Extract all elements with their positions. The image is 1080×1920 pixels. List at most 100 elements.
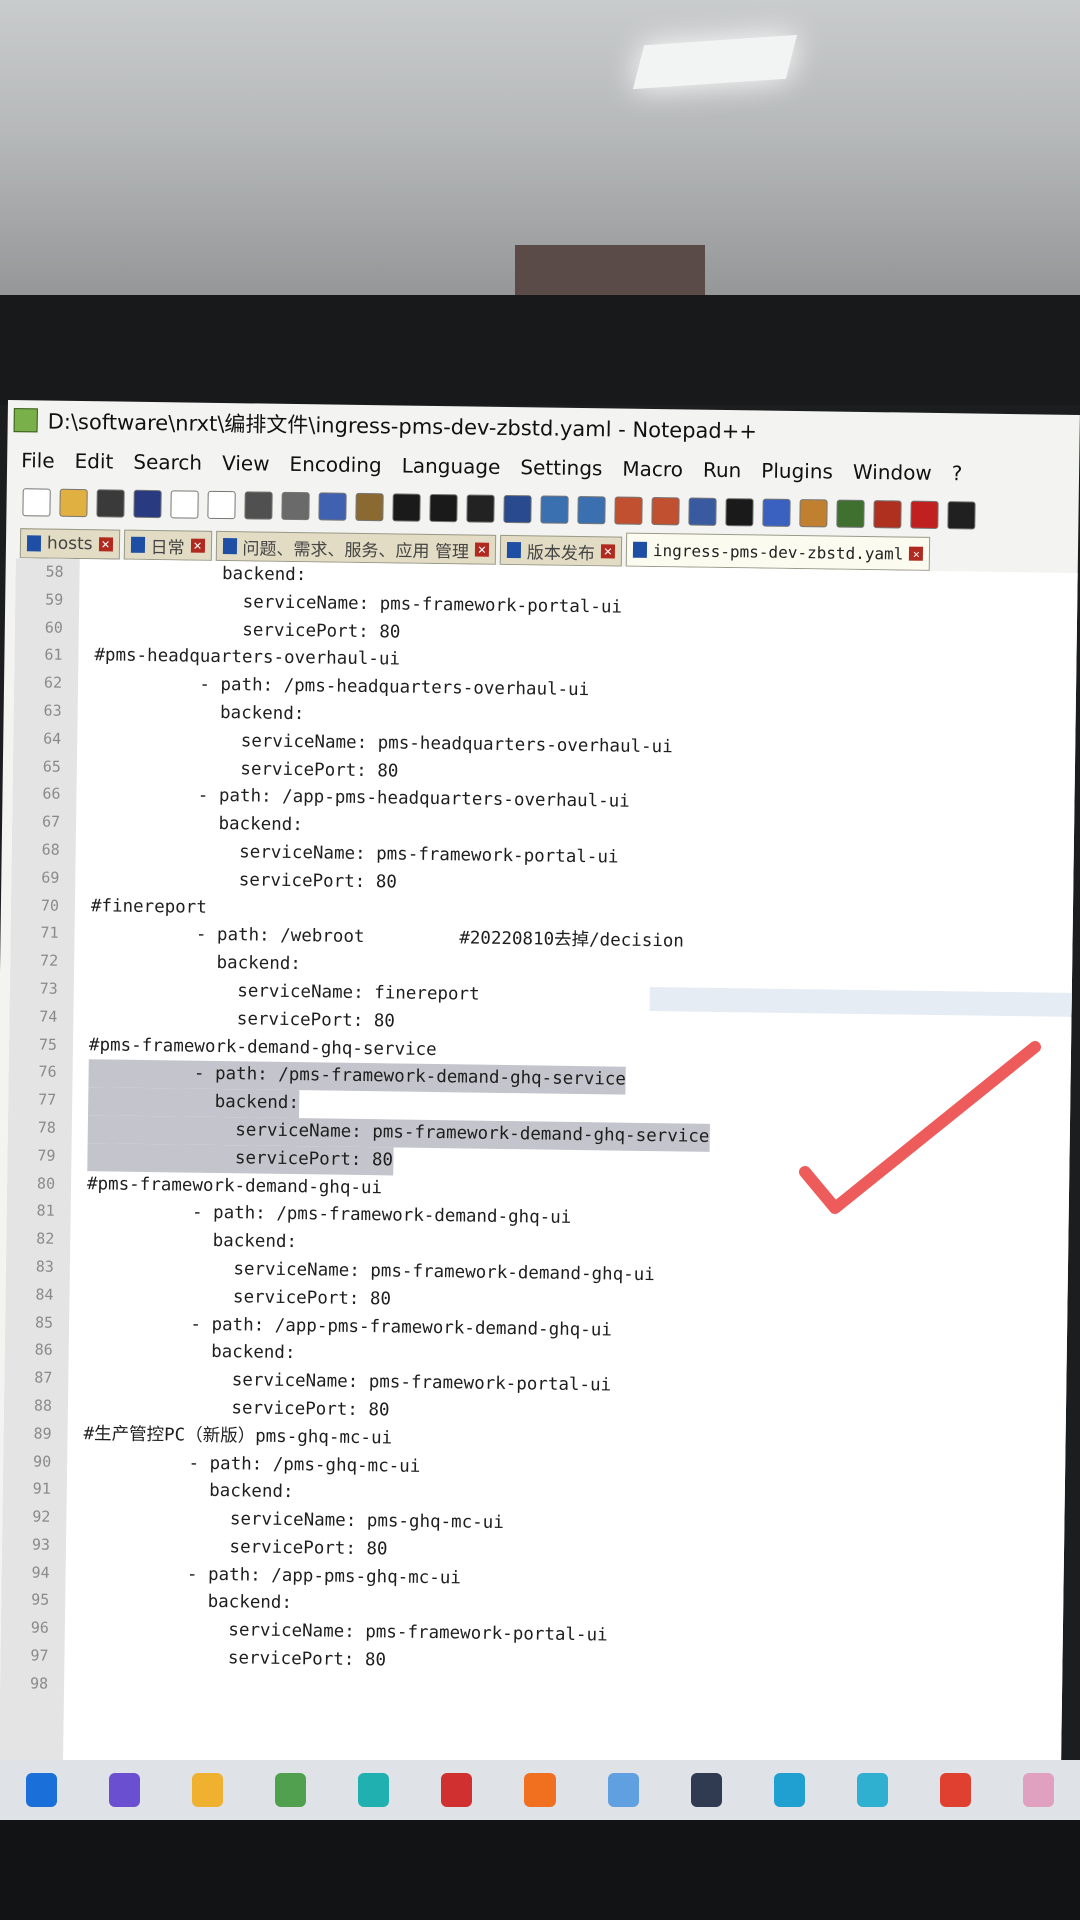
firefox-icon[interactable] [524,1773,556,1807]
paste-icon[interactable] [355,492,384,522]
menu-item-settings[interactable]: Settings [520,455,602,486]
save-icon [130,536,145,553]
file-explorer-icon[interactable] [192,1773,224,1807]
app-icon[interactable] [773,1773,805,1807]
indent-guide-icon[interactable] [762,498,791,527]
tray-icon[interactable] [1022,1773,1055,1807]
save-all-icon[interactable] [133,489,162,519]
line-text: #生产管控PC（新版）pms-ghq-mc-ui [83,1423,393,1449]
line-number: 69 [41,868,60,887]
tab-label: ingress-pms-dev-zbstd.yaml [652,540,904,564]
terminal-icon[interactable] [690,1773,722,1807]
close-icon[interactable] [170,490,199,519]
function-list-icon[interactable] [836,499,865,528]
code-lines: 58 backend: 59 serviceName: pms-framework… [0,558,1078,1712]
print-icon[interactable] [244,491,273,520]
menu-item-plugins[interactable]: Plugins [761,459,833,490]
menu-item-edit[interactable]: Edit [74,449,113,480]
sync-h-icon[interactable] [651,496,680,526]
zoom-in-icon[interactable] [540,495,569,524]
chat-icon[interactable] [856,1773,888,1807]
show-all-chars-icon[interactable] [725,498,754,527]
menu-item-macro[interactable]: Macro [622,457,683,488]
notepadpp-window: D:\software\nrxt\编排文件\ingress-pms-dev-zb… [0,400,1080,1855]
stop-macro-icon[interactable] [947,501,976,530]
line-text: backend: [86,1229,298,1253]
replace-icon[interactable] [503,494,532,524]
close-tab-icon[interactable]: ✕ [909,546,924,561]
open-file-icon[interactable] [59,488,88,518]
tab-0[interactable]: hosts ✕ [19,528,120,560]
tab-2[interactable]: 问题、需求、服务、应用 管理 ✕ [215,530,497,565]
zoom-out-icon[interactable] [577,495,606,525]
line-number: 92 [32,1507,51,1526]
chart-app-icon[interactable] [275,1773,307,1807]
close-all-icon[interactable] [207,490,236,520]
line-number: 73 [39,979,58,998]
close-tab-icon[interactable]: ✕ [190,538,205,553]
copy-icon[interactable] [318,492,347,521]
redo-icon[interactable] [429,493,458,523]
menu-item-window[interactable]: Window [853,460,932,491]
record-macro-icon[interactable] [910,500,939,530]
menu-item-run[interactable]: Run [703,458,742,489]
folder-workspace-icon[interactable] [873,500,902,529]
cut-icon[interactable] [281,491,310,521]
menu-item-language[interactable]: Language [401,454,501,485]
line-number: 82 [36,1229,55,1248]
menu-item-help[interactable]: ? [952,461,963,491]
line-number: 62 [43,673,63,692]
menu-item-file[interactable]: File [21,448,55,478]
chrome-icon[interactable] [939,1773,971,1807]
title-bar: D:\software\nrxt\编排文件\ingress-pms-dev-zb… [7,400,1079,455]
word-wrap-icon[interactable] [688,497,717,526]
line-number: 60 [44,618,63,637]
tab-label: 版本发布 [526,542,596,564]
doc-map-icon[interactable] [799,499,828,528]
close-tab-icon[interactable]: ✕ [600,544,616,559]
line-number: 89 [33,1424,52,1443]
undo-icon[interactable] [392,493,421,522]
close-tab-icon[interactable]: ✕ [474,542,490,557]
new-file-icon[interactable] [22,488,51,517]
tab-3[interactable]: 版本发布 ✕ [499,534,623,567]
sync-v-icon[interactable] [614,496,643,525]
line-text: backend: [82,1479,294,1503]
line-number: 59 [45,590,64,609]
line-number: 90 [33,1451,52,1471]
line-number: 70 [40,896,60,915]
line-number: 64 [43,729,62,748]
line-text: servicePort: 80 [94,617,401,643]
tab-label: 日常 [150,537,185,558]
tab-1[interactable]: 日常 ✕ [123,529,212,561]
save-icon[interactable] [96,489,125,518]
line-number: 81 [36,1201,55,1221]
menu-item-view[interactable]: View [222,451,270,482]
app-grid-icon[interactable] [358,1773,390,1807]
line-number: 86 [34,1340,53,1360]
line-number: 72 [39,951,59,970]
line-number: 75 [38,1035,58,1054]
line-number: 66 [42,784,61,804]
browser-icon[interactable] [607,1773,639,1807]
photo-background [0,0,1080,330]
line-text: #finereport [90,895,207,918]
menu-item-search[interactable]: Search [133,450,202,481]
line-number: 96 [30,1618,49,1637]
line-text: servicePort: 80 [83,1396,390,1421]
line-number: 85 [34,1312,54,1332]
line-number: 68 [41,840,60,859]
find-icon[interactable] [466,494,495,523]
close-tab-icon[interactable]: ✕ [98,537,113,552]
tab-4[interactable]: ingress-pms-dev-zbstd.yaml ✕ [625,532,931,571]
idea-icon[interactable] [109,1773,141,1807]
editor-area[interactable]: 58 backend: 59 serviceName: pms-framework… [0,558,1078,1803]
menu-item-encoding[interactable]: Encoding [289,452,381,483]
line-number: 91 [32,1479,51,1498]
line-number: 65 [42,757,62,776]
windows-start-icon[interactable] [26,1773,58,1807]
wps-icon[interactable] [441,1773,473,1807]
line-number: 77 [38,1090,57,1109]
line-text: backend: [84,1340,296,1364]
line-text: backend: [81,1590,293,1614]
